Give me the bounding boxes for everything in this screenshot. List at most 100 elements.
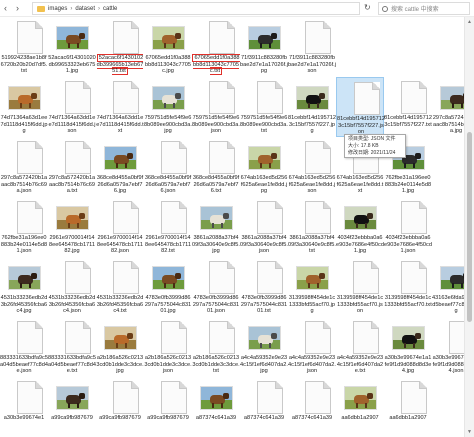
file-name: 4531b33236edb2d3b26fd45356fcba6c4.json — [48, 295, 96, 315]
image-file-item[interactable]: a99ca9fb987679 — [48, 377, 96, 437]
image-file-item[interactable]: 759751d5fe54f9e68b089ee900cbd3a.jpg — [144, 77, 192, 137]
image-file-item[interactable]: 3861a2088a37bf409f3a30640e9c8f5.jpg — [192, 197, 240, 257]
image-file-item[interactable]: 74d71364a63d1ee7d1118d415f6dd.jpg — [0, 77, 48, 137]
blank-page-icon — [209, 261, 235, 294]
image-file-item[interactable]: 368ce8d455a0bf9f26d6a0579a7ebf76.jpg — [96, 137, 144, 197]
file-name: 3139598ff454de1c1333bfd55acf70.json — [336, 295, 384, 315]
blank-page-icon — [161, 381, 187, 414]
text-file-item[interactable]: a30b3e99674e1 — [0, 377, 48, 437]
search-input[interactable]: 搜索 cattle 中搜索 — [378, 2, 470, 15]
text-file-item[interactable]: 74d71364a63dd1ee7d1118d415f6dd.json — [48, 77, 96, 137]
document-icon — [55, 79, 91, 114]
cattle-photo — [152, 86, 185, 110]
text-file-item[interactable]: 2961e9700014f148ee645478cb171182.json — [96, 197, 144, 257]
cattle-photo — [344, 206, 377, 230]
text-file-item[interactable]: 3861a2088a37bf409f3a30640e9c8f5.txt — [288, 197, 336, 257]
image-file-item[interactable]: 4783e0fb3999d86297a7575044c83101.jpg — [144, 257, 192, 317]
vertical-scrollbar[interactable]: ▲ ▼ — [464, 17, 474, 437]
text-file-item[interactable]: aa6dbb1a2907 — [384, 377, 432, 437]
text-file-item[interactable]: 3139598ff454de1c1333bfd55acf70.json — [336, 257, 384, 317]
image-file-item[interactable]: 81cebbf14d1957123c15bf7557f227.jpg — [288, 77, 336, 137]
scrollbar-thumb[interactable] — [467, 132, 472, 322]
forward-arrow-icon[interactable]: › — [16, 3, 19, 13]
image-file-item[interactable]: a30b3e99674e1a1fe9f1d9d088d8d3e4.jpg — [384, 317, 432, 377]
document-icon — [391, 79, 427, 114]
text-file-item[interactable]: a4c4a59352e9e234c15f1ef6d407da2.json — [288, 317, 336, 377]
text-file-item[interactable]: 297c8a572420b1aaac8b7514b76c69a.txt — [48, 137, 96, 197]
text-file-item[interactable]: 883331633bdfa9c5a04d5beaef77c8d4e.json — [0, 317, 48, 377]
breadcrumb-separator: › — [70, 5, 73, 12]
file-name: 297c8a572420b1aaac8b7514b76c69a.txt — [48, 175, 96, 195]
image-file-item[interactable]: a4c4a59352e9e234c15f1ef6d407da2.jpg — [240, 317, 288, 377]
text-file-item[interactable]: a99ca9fb987679 — [144, 377, 192, 437]
image-file-item[interactable]: 2961e9700014f148ee645478cb171182.jpg — [48, 197, 96, 257]
text-file-item[interactable]: a87374c641a39 — [240, 377, 288, 437]
refresh-icon[interactable]: ↻ — [364, 3, 371, 12]
image-file-item[interactable]: 52acac6f14301020db99653323eb6751.jpg — [48, 17, 96, 77]
image-file-item[interactable]: 4531b33236edb2d3b26fd45356fcba6c4.jpg — [0, 257, 48, 317]
text-file-item[interactable]: 759751d5fe54f9e68b089ee900cbd3a.json — [192, 77, 240, 137]
text-file-item[interactable]: 74d71364a63dd1ee7d1118d415f6dd.txt — [96, 77, 144, 137]
file-name: 762fbe31a196ee0883b24e0114e5d81.jpg — [384, 175, 432, 195]
back-arrow-icon[interactable]: ‹ — [4, 3, 7, 13]
image-file-item[interactable]: 3139598ff454de1c1333bfd55acf70.jpg — [288, 257, 336, 317]
file-name: 3861a2088a37bf409f3a30640e9c8f5.json — [240, 235, 288, 255]
breadcrumb-cattle[interactable]: cattle — [103, 6, 117, 12]
text-file-item[interactable]: 883331633bdfa9c5a04d5beaef77c8d4e.txt — [48, 317, 96, 377]
file-name: a87374c641a39 — [195, 415, 237, 421]
text-file-item[interactable]: 2961e9700014f148ee645478cb171182.txt — [144, 197, 192, 257]
image-file-item[interactable]: a2b186a526c02133cd0b1dde3c3dce.jpg — [96, 317, 144, 377]
text-file-item[interactable]: 4034f23ebbba0a6e903e7686e4f50cd1.json — [384, 197, 432, 257]
image-thumbnail — [55, 199, 89, 233]
file-name: a30b3e99674e1a1fe9f1d9d088d8d3e4.jpg — [384, 355, 432, 375]
text-file-item[interactable]: 4783e0fb3999d86297a7575044c83101.json — [192, 257, 240, 317]
image-thumbnail — [199, 199, 233, 233]
text-file-item[interactable]: 3861a2088a37bf409f3a30640e9c8f5.json — [240, 197, 288, 257]
breadcrumb-dataset[interactable]: dataset — [75, 6, 95, 12]
document-icon — [7, 379, 43, 414]
image-file-item[interactable]: a87374c641a39 — [192, 377, 240, 437]
text-file-item[interactable]: 52acac6f1430102db399665b13eb6751.txt — [96, 17, 144, 77]
file-name: a30b3e99674e1 — [3, 415, 45, 421]
text-file-item[interactable]: 519924238ae1b8f6720b20b20d7df5.txt — [0, 17, 48, 77]
blank-page-icon — [305, 141, 331, 174]
image-file-item[interactable]: 674ab163ed5d256f625a6eae1fe8dd.jpg — [240, 137, 288, 197]
image-file-item[interactable]: 71f3911c883280fbbae2d7e1a17026f.jpg — [240, 17, 288, 77]
text-file-item[interactable]: a2b186a526c02133cd0b1dde3c3dce.txt — [192, 317, 240, 377]
text-file-item[interactable]: 762fbe31a196ee0883b24e0114e5d81.json — [0, 197, 48, 257]
text-file-item[interactable]: a87374c641a39 — [288, 377, 336, 437]
image-file-item[interactable]: 67065edd1f0a388bb8d113043c7705c.jpg — [144, 17, 192, 77]
text-file-item[interactable]: a4c4a59352e9e234c15f1ef6d407da2e.txt — [336, 317, 384, 377]
highlighted-file-name: 67065edd1f0a388bb8d113043c7705c.txt — [192, 54, 240, 76]
address-bar[interactable]: images › dataset › cattle — [32, 2, 360, 15]
blank-page-icon — [17, 321, 43, 354]
file-name: 759751d5fe54f9e68b089ee900cbd3a.txt — [240, 115, 288, 135]
text-file-item[interactable]: 4783e0fb3999d86297a7575044c83101.txt — [240, 257, 288, 317]
breadcrumb-images[interactable]: images — [48, 6, 67, 12]
text-file-item[interactable]: 297c8a572420b1aaac8b7514b76c69a.json — [0, 137, 48, 197]
text-file-item[interactable]: a99ca9fb987679 — [96, 377, 144, 437]
document-icon — [151, 139, 187, 174]
image-file-item[interactable]: 4034f23ebbba0a6e903e7686e4f50cd1.jpg — [336, 197, 384, 257]
text-file-item[interactable]: 759751d5fe54f9e68b089ee900cbd3a.txt — [240, 77, 288, 137]
text-file-item[interactable]: 81cebbf14d1957123c15bf7557f227.json — [336, 77, 385, 137]
file-name: a99ca9fb987679 — [147, 415, 189, 421]
image-file-item[interactable]: aa6dbb1a2907 — [336, 377, 384, 437]
text-file-item[interactable]: a2b186a526c02133cd0b1dde3c3dce.json — [144, 317, 192, 377]
text-file-item[interactable]: 4531b33236edb2d3b26fd45356fcba6c4.json — [48, 257, 96, 317]
text-file-item[interactable]: 4531b33236edb2d3b26fd45356fcba6c4.txt — [96, 257, 144, 317]
text-file-item[interactable]: 368ce8d455a0bf9f26d6a0579a7ebf76.txt — [192, 137, 240, 197]
image-thumbnail — [151, 19, 185, 53]
scroll-down-icon[interactable]: ▼ — [467, 429, 472, 435]
text-file-item[interactable]: 71f3911c883280fbbae2d7e1a17026f.json — [288, 17, 336, 77]
text-file-item[interactable]: 368ce8d455a0bf9f26d6a0579a7ebf76.json — [144, 137, 192, 197]
text-file-item[interactable]: 67065edd1f0a388bb8d113043c7705c.txt — [192, 17, 240, 77]
text-file-item[interactable]: 81cebbf14d1957123c15bf7557f227.txt — [384, 77, 432, 137]
scroll-up-icon[interactable]: ▲ — [467, 19, 472, 25]
text-file-item[interactable]: 674ab163ed5d256f625a6eae1fe8dd.json — [288, 137, 336, 197]
file-name: 81cebbf14d1957123c15bf7557f227.json — [337, 116, 385, 136]
file-name: 3139598ff454de1c1333bfd55acf70.jpg — [288, 295, 336, 315]
file-name: a2b186a526c02133cd0b1dde3c3dce.json — [144, 355, 192, 375]
image-thumbnail — [151, 259, 185, 293]
text-file-item[interactable]: 3139598ff454de1c1333bfd55acf70.txt — [384, 257, 432, 317]
